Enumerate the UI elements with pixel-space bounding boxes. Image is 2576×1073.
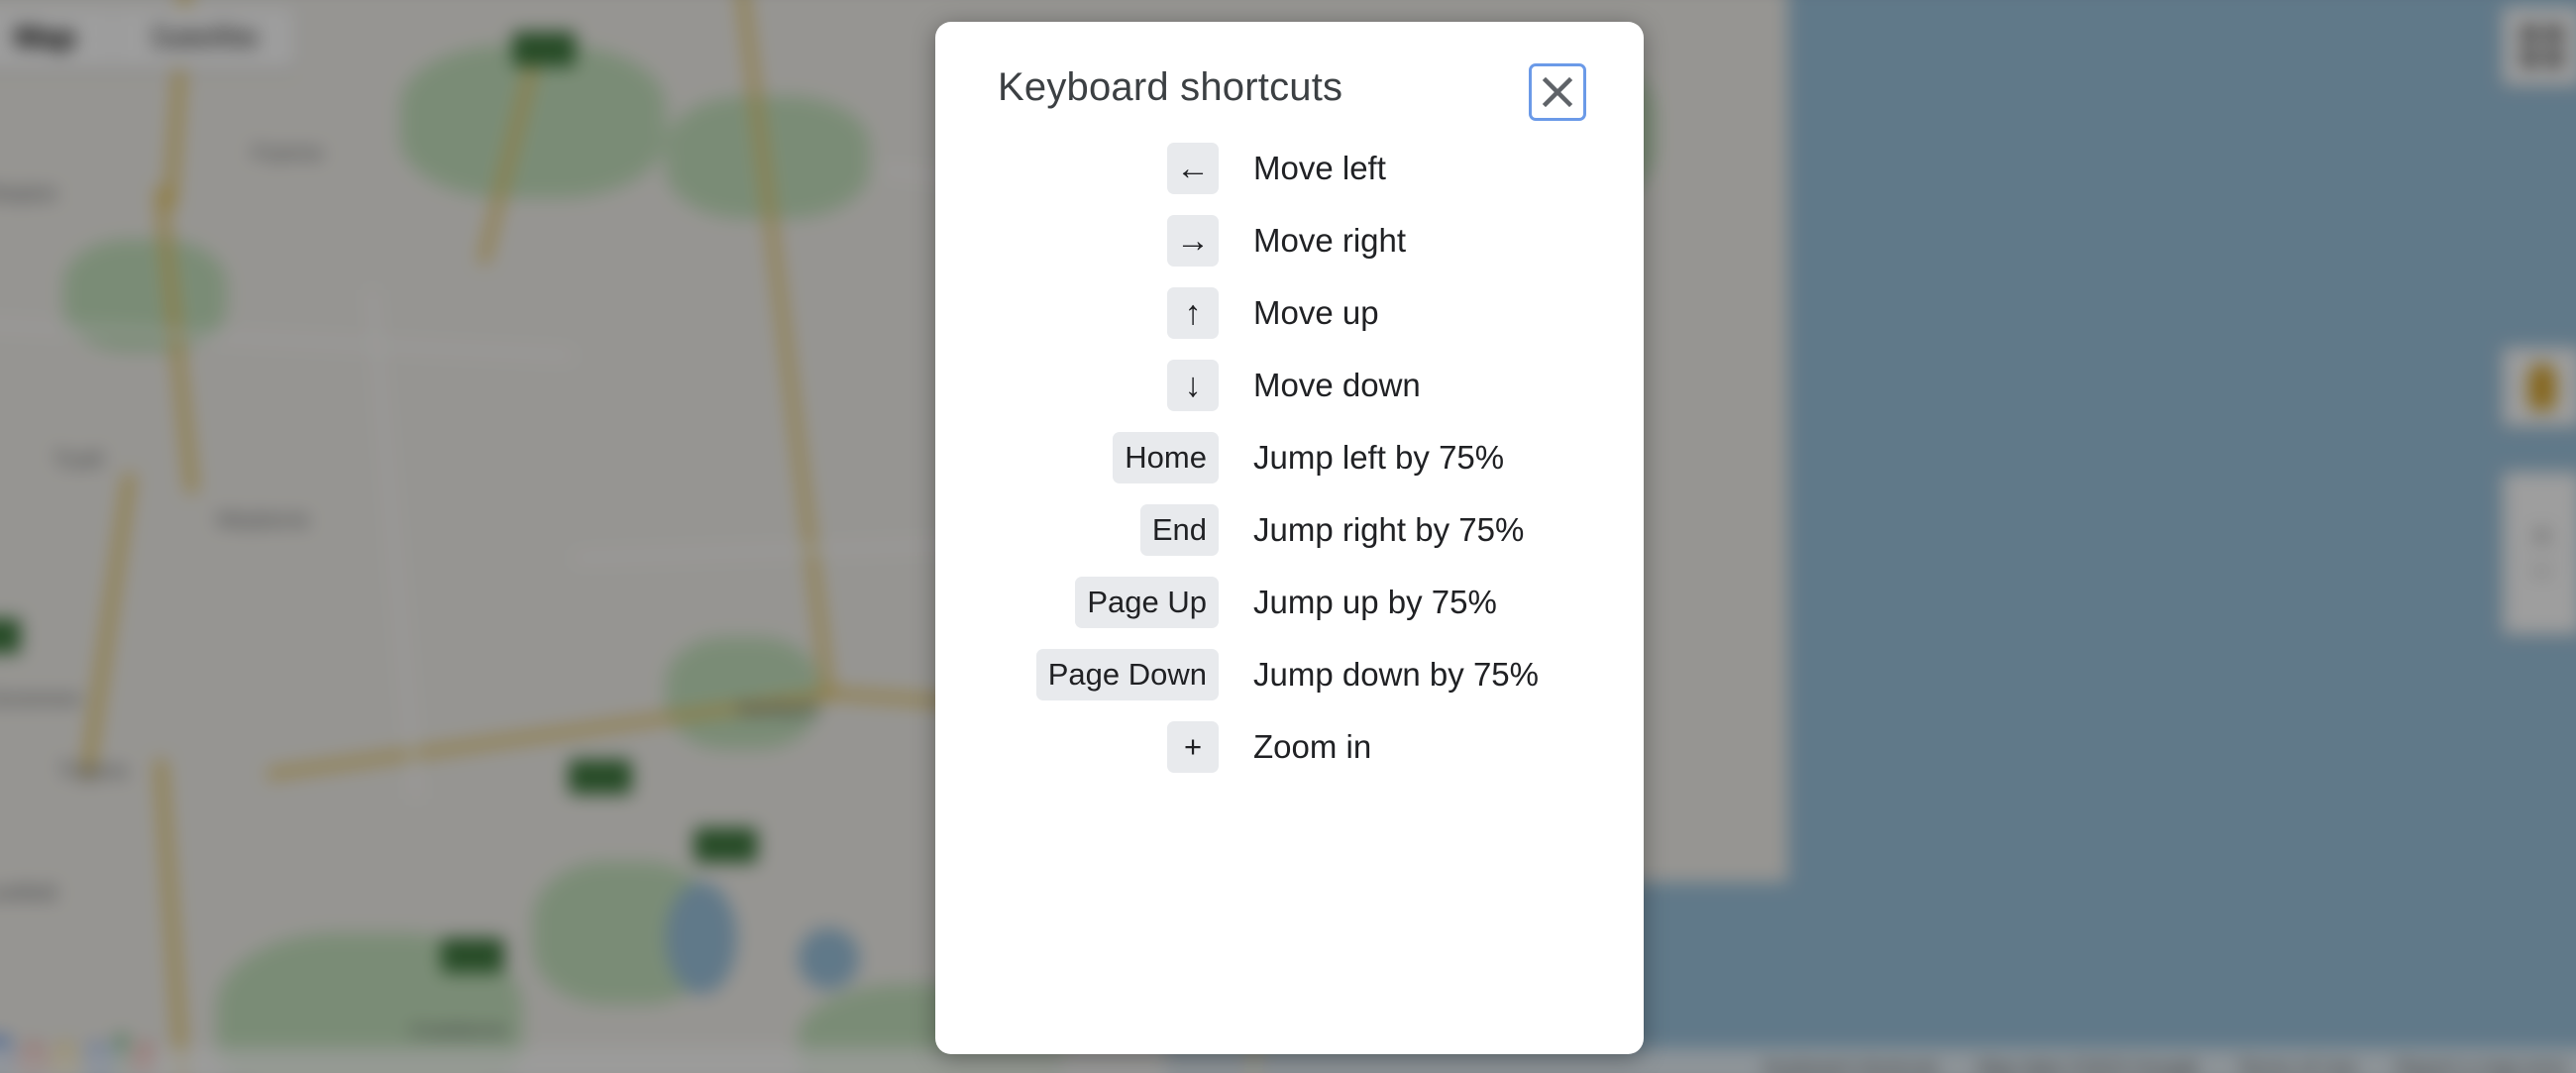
shortcut-row: Page Down Jump down by 75% xyxy=(935,647,1644,702)
shortcut-key-cell: ↑ xyxy=(935,287,1219,339)
shortcut-key-chip: ↓ xyxy=(1167,360,1219,411)
shortcut-key-chip: ↑ xyxy=(1167,287,1219,339)
shortcut-key-cell: → xyxy=(935,215,1219,267)
keyboard-shortcuts-dialog: Keyboard shortcuts ← Move left → Move right… xyxy=(935,22,1644,1054)
shortcut-key-cell: Home xyxy=(935,432,1219,483)
shortcut-key-cell: ← xyxy=(935,143,1219,194)
shortcut-row: ↓ Move down xyxy=(935,358,1644,413)
shortcut-description: Move down xyxy=(1253,367,1421,403)
shortcut-key-cell: End xyxy=(935,504,1219,556)
shortcut-description: Jump right by 75% xyxy=(1253,511,1525,548)
shortcut-key-cell: Page Up xyxy=(935,577,1219,628)
shortcut-key-chip: Home xyxy=(1113,432,1219,483)
shortcut-description: Jump down by 75% xyxy=(1253,656,1539,693)
shortcut-key-chip: Page Down xyxy=(1035,649,1219,700)
shortcut-row: ← Move left xyxy=(935,141,1644,196)
screen: Shepton Fryerne Tryall Weyborne Dunsmore… xyxy=(0,0,2576,1073)
shortcut-key-chip: → xyxy=(1167,215,1219,267)
shortcut-description: Jump left by 75% xyxy=(1253,439,1505,476)
shortcut-row: + Zoom in xyxy=(935,719,1644,775)
shortcut-key-chip: + xyxy=(1167,721,1219,773)
dialog-header: Keyboard shortcuts xyxy=(935,22,1644,141)
shortcut-key-chip: End xyxy=(1139,504,1219,556)
shortcut-key-cell: Page Down xyxy=(935,649,1219,700)
shortcut-key-cell: ↓ xyxy=(935,360,1219,411)
dialog-title: Keyboard shortcuts xyxy=(998,65,1343,109)
shortcut-description: Move right xyxy=(1253,222,1407,259)
shortcut-row: ↑ Move up xyxy=(935,285,1644,341)
shortcut-description: Move left xyxy=(1253,150,1386,186)
shortcut-key-chip: Page Up xyxy=(1075,577,1219,628)
shortcut-row: → Move right xyxy=(935,213,1644,268)
shortcut-description: Jump up by 75% xyxy=(1253,584,1497,620)
shortcut-description: Move up xyxy=(1253,294,1379,331)
shortcut-row: Page Up Jump up by 75% xyxy=(935,575,1644,630)
close-icon xyxy=(1542,76,1573,108)
shortcut-row: Home Jump left by 75% xyxy=(935,430,1644,485)
shortcut-list: ← Move left → Move right ↑ Move up ↓ Move down H… xyxy=(935,141,1644,792)
close-button[interactable] xyxy=(1529,63,1586,121)
shortcut-key-cell: + xyxy=(935,721,1219,773)
shortcut-key-chip: ← xyxy=(1167,143,1219,194)
shortcut-row: End Jump right by 75% xyxy=(935,502,1644,558)
shortcut-description: Zoom in xyxy=(1253,728,1372,765)
